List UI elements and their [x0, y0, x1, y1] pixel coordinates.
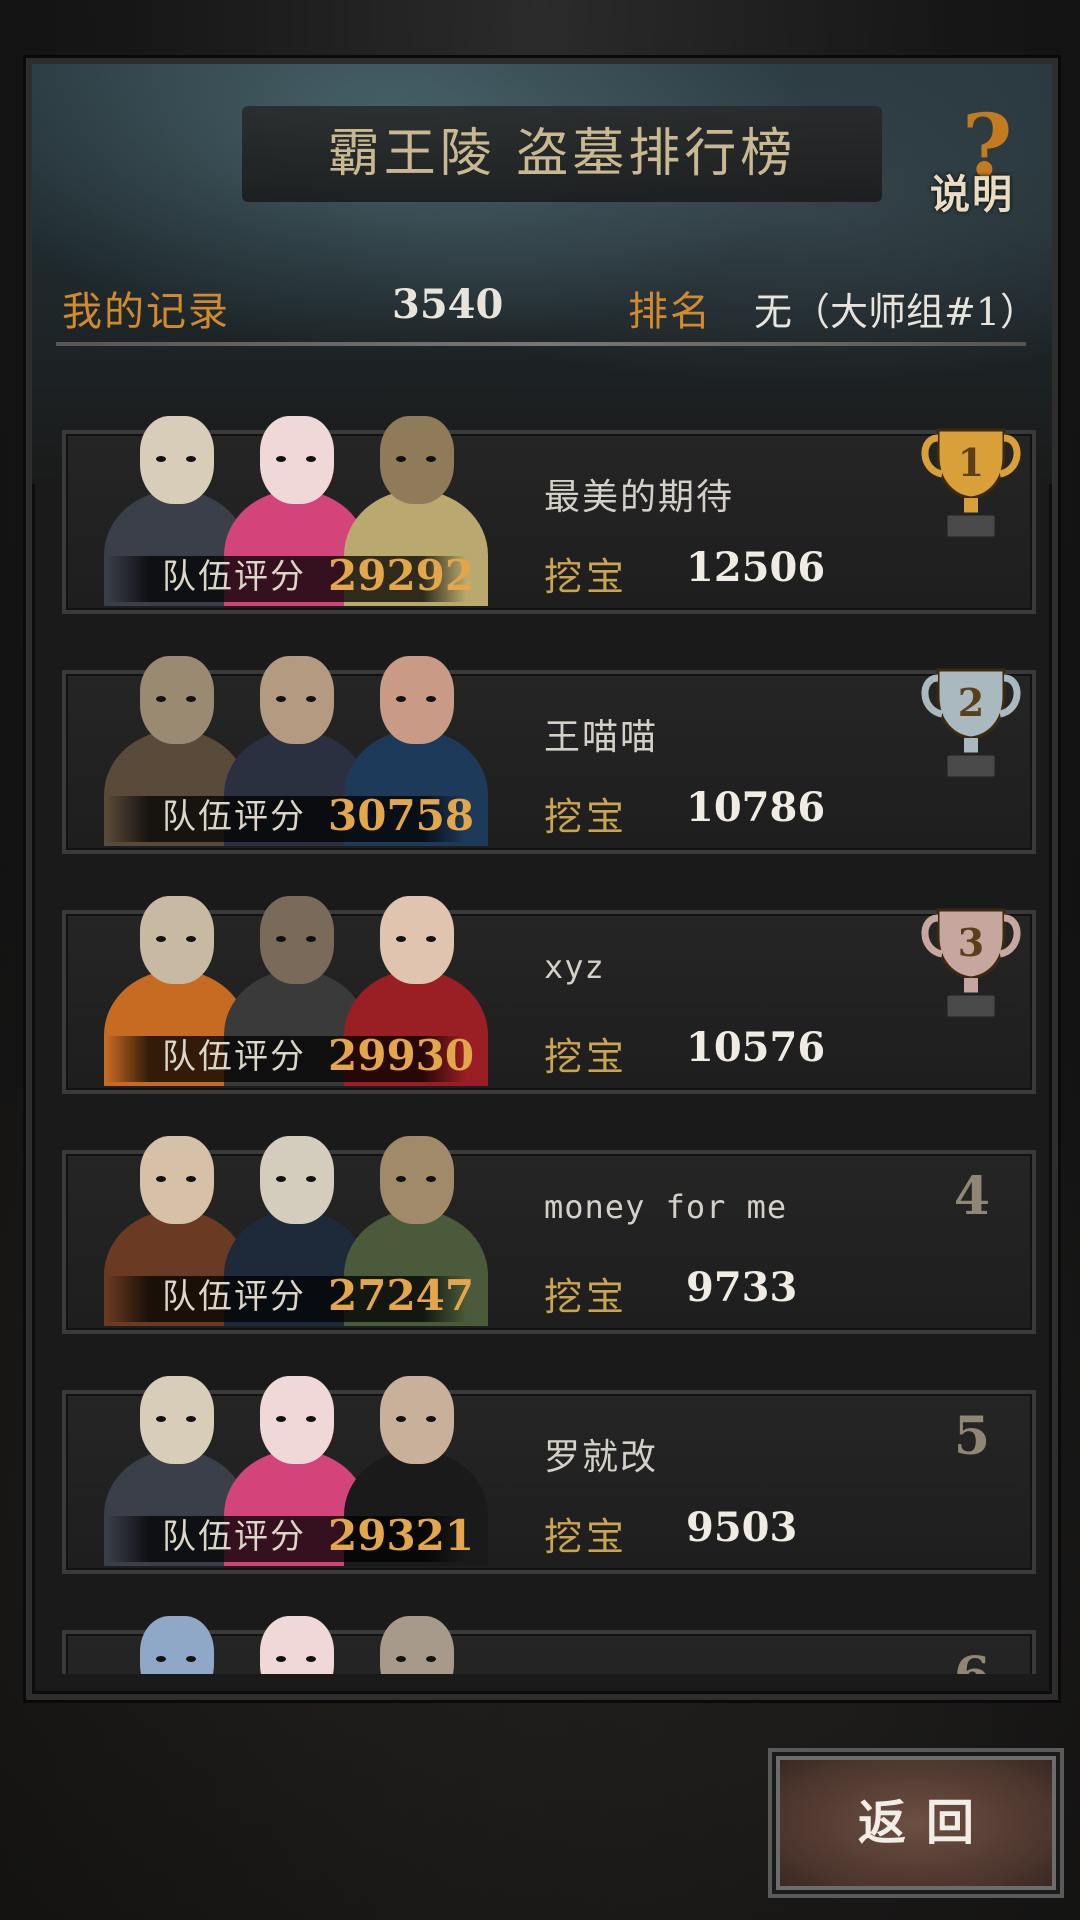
- my-rank-label: 排名: [628, 289, 712, 335]
- team-score-label: 队伍评分: [162, 1037, 306, 1077]
- ranking-entry[interactable]: 队伍评分 29321 罗就改挖宝 9503 5: [62, 1376, 1036, 1574]
- back-label: 返回: [857, 1795, 994, 1851]
- ranking-list[interactable]: 队伍评分 29292 最美的期待 挖宝 12506 1 队伍评分 30758 王喵喵 挖宝 1078…: [62, 394, 1042, 1674]
- help-label: 说明: [930, 171, 1014, 218]
- ranking-entry[interactable]: 队伍评分 29292 最美的期待挖宝 12506 1: [62, 416, 1036, 614]
- ranking-entry[interactable]: 幽魂 6: [62, 1616, 1036, 1674]
- team-portraits: [70, 1594, 520, 1674]
- team-score-value: 27247: [328, 1271, 475, 1320]
- rank-number: 4: [953, 1166, 990, 1227]
- trophy-rank-number: 3: [958, 920, 984, 965]
- team-score-label: 队伍评分: [162, 557, 306, 597]
- dig-treasure-value: 9733: [686, 1264, 798, 1311]
- dig-treasure-value: 10786: [686, 784, 826, 831]
- team-score-value: 29292: [328, 551, 475, 600]
- back-button[interactable]: 返回: [768, 1748, 1064, 1898]
- team-score-value: 30758: [328, 791, 475, 840]
- team-score-label: 队伍评分: [162, 1517, 306, 1557]
- dig-treasure-value: 12506: [686, 544, 826, 591]
- team-score-value: 29321: [328, 1511, 475, 1560]
- my-record-value: 3540: [392, 281, 504, 328]
- dig-treasure-value: 9503: [686, 1504, 798, 1551]
- dig-treasure-label: 挖宝: [544, 795, 629, 839]
- character-portrait: [340, 1606, 490, 1674]
- help-button[interactable]: ? 说明: [924, 104, 1044, 219]
- rank-number: 6: [954, 1646, 990, 1674]
- dig-treasure-label: 挖宝: [544, 555, 629, 599]
- leaderboard-screen: 霸王陵 盗墓排行榜 ? 说明 我的记录 3540 排名 无（大师组#1） 队伍评…: [0, 0, 1080, 1920]
- my-record-row: 我的记录 3540 排名 无（大师组#1）: [62, 269, 1042, 339]
- divider: [56, 342, 1026, 346]
- player-name: 幽魂: [544, 1668, 620, 1674]
- team-score-value: 29930: [328, 1031, 475, 1080]
- rank-number: 5: [953, 1406, 990, 1467]
- player-name: money for me: [544, 1188, 788, 1226]
- player-name: 王喵喵: [544, 717, 659, 758]
- team-score-label: 队伍评分: [162, 797, 306, 837]
- player-name: xyz: [544, 948, 605, 986]
- trophy-icon: 2: [916, 656, 1026, 786]
- ranking-entry[interactable]: 队伍评分 30758 王喵喵挖宝 10786 2: [62, 656, 1036, 854]
- player-name: 最美的期待: [544, 477, 735, 518]
- dig-treasure-label: 挖宝: [544, 1275, 629, 1319]
- ranking-entry[interactable]: 队伍评分 27247 money for me 挖宝 9733 4: [62, 1136, 1036, 1334]
- trophy-rank-number: 2: [958, 680, 984, 725]
- trophy-icon: 3: [916, 896, 1026, 1026]
- trophy-icon: 1: [916, 416, 1026, 546]
- ranking-entry[interactable]: 队伍评分 29930 xyz 挖宝 10576 3: [62, 896, 1036, 1094]
- dig-treasure-value: 10576: [686, 1024, 826, 1071]
- my-rank-value: 无（大师组#1）: [754, 290, 1039, 334]
- page-title: 霸王陵 盗墓排行榜: [327, 124, 797, 184]
- leaderboard-panel: 霸王陵 盗墓排行榜 ? 说明 我的记录 3540 排名 无（大师组#1） 队伍评…: [26, 58, 1058, 1700]
- dig-treasure-label: 挖宝: [544, 1035, 629, 1079]
- dig-treasure-label: 挖宝: [544, 1515, 629, 1559]
- trophy-rank-number: 1: [958, 440, 984, 485]
- my-record-label: 我的记录: [62, 289, 230, 335]
- team-score-label: 队伍评分: [162, 1277, 306, 1317]
- player-name: 罗就改: [544, 1437, 659, 1478]
